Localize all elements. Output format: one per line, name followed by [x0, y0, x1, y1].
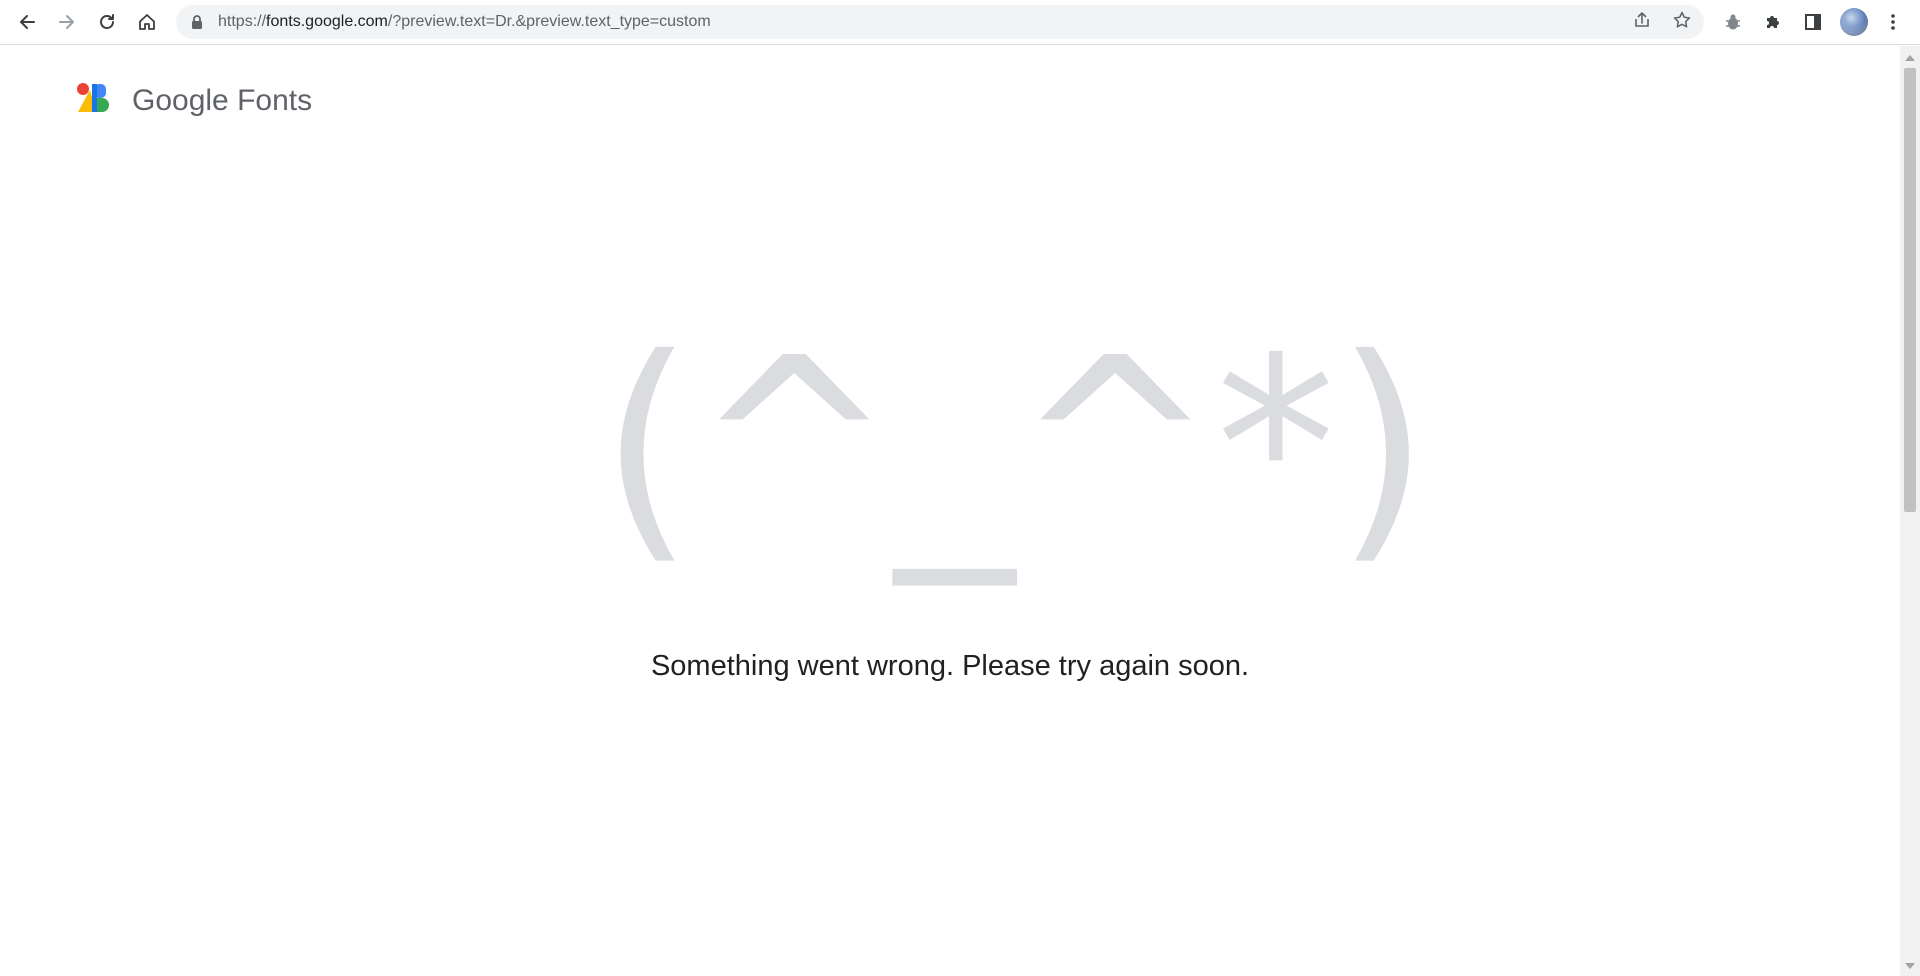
- scroll-up-button[interactable]: [1900, 48, 1920, 66]
- bookmark-button[interactable]: [1670, 10, 1694, 34]
- google-fonts-logo-icon: [76, 82, 116, 119]
- home-button[interactable]: [132, 7, 162, 37]
- reload-icon: [97, 12, 117, 32]
- scrollbar-thumb[interactable]: [1904, 68, 1916, 512]
- lock-icon[interactable]: [190, 14, 204, 35]
- home-icon: [137, 12, 157, 32]
- star-icon: [1672, 10, 1692, 35]
- browser-menu-button[interactable]: [1878, 7, 1908, 37]
- logo-text: Google Fonts: [132, 83, 313, 117]
- side-panel-icon: [1803, 12, 1823, 32]
- forward-button[interactable]: [52, 7, 82, 37]
- error-kaomoji: (^_^*): [600, 306, 1430, 586]
- url-host: fonts.google.com: [266, 13, 388, 30]
- forward-arrow-icon: [57, 12, 77, 32]
- google-fonts-logo[interactable]: Google Fonts: [76, 82, 312, 119]
- page-content: Google Fonts (^_^*) Something went wrong…: [0, 46, 1900, 976]
- vertical-scrollbar[interactable]: [1900, 46, 1920, 976]
- url-scheme: https://: [218, 13, 267, 30]
- scroll-down-arrow-icon: [1905, 956, 1915, 974]
- back-button[interactable]: [12, 7, 42, 37]
- url-path: /?preview.text=Dr.&preview.text_type=cus…: [387, 13, 711, 30]
- share-button[interactable]: [1630, 10, 1654, 34]
- kebab-menu-icon: [1883, 12, 1903, 32]
- back-arrow-icon: [17, 12, 37, 32]
- profile-avatar[interactable]: [1840, 8, 1868, 36]
- puzzle-icon: [1763, 12, 1783, 32]
- scroll-up-arrow-icon: [1905, 48, 1915, 66]
- reload-button[interactable]: [92, 7, 122, 37]
- share-icon: [1632, 10, 1652, 35]
- url-text[interactable]: https://fonts.google.com/?preview.text=D…: [218, 5, 711, 39]
- bug-icon: [1723, 12, 1743, 32]
- browser-toolbar: https://fonts.google.com/?preview.text=D…: [0, 0, 1920, 45]
- address-bar[interactable]: https://fonts.google.com/?preview.text=D…: [176, 5, 1704, 39]
- scroll-down-button[interactable]: [1900, 956, 1920, 974]
- error-message: Something went wrong. Please try again s…: [650, 650, 1250, 682]
- extensions-button[interactable]: [1758, 7, 1788, 37]
- side-panel-button[interactable]: [1798, 7, 1828, 37]
- extension-bug-button[interactable]: [1718, 7, 1748, 37]
